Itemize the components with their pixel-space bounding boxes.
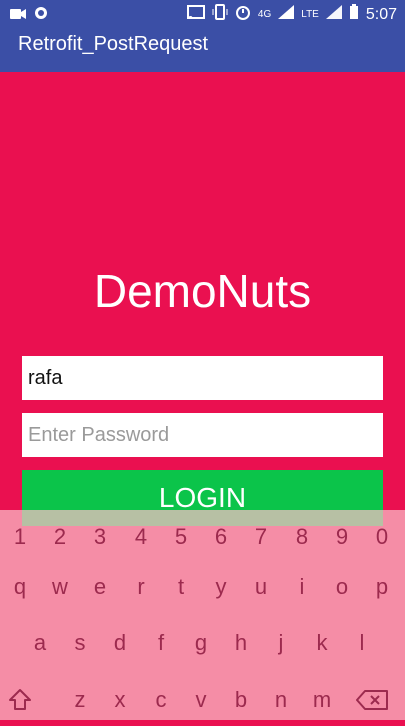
keyboard: 1 2 3 4 5 6 7 8 9 0 q w e r t y u i o p …	[0, 510, 405, 720]
lte-label: LTE	[301, 9, 319, 20]
key-z[interactable]: z	[60, 680, 100, 720]
password-input[interactable]	[22, 413, 383, 457]
key-s[interactable]: s	[60, 623, 100, 663]
clock: 5:07	[365, 5, 397, 23]
status-bar: 4G LTE 5:07	[0, 0, 405, 28]
key-w[interactable]: w	[40, 567, 80, 607]
record-icon	[34, 6, 48, 25]
key-a[interactable]: a	[20, 623, 60, 663]
brand-title: DemoNuts	[93, 265, 312, 317]
key-c[interactable]: c	[141, 680, 181, 720]
status-right: 4G LTE 5:07	[186, 4, 397, 25]
key-5[interactable]: 5	[161, 517, 201, 557]
cast-icon	[186, 5, 205, 24]
alarm-icon	[235, 4, 251, 25]
network-label: 4G	[257, 9, 272, 20]
key-y[interactable]: y	[201, 567, 241, 607]
key-x[interactable]: x	[100, 680, 140, 720]
vibrate-icon	[212, 4, 228, 25]
key-6[interactable]: 6	[201, 517, 241, 557]
key-4[interactable]: 4	[121, 517, 161, 557]
key-0[interactable]: 0	[362, 517, 402, 557]
app-title: Retrofit_PostRequest	[18, 33, 209, 55]
key-t[interactable]: t	[161, 567, 201, 607]
battery-icon	[349, 4, 359, 25]
key-d[interactable]: d	[100, 623, 140, 663]
shift-icon[interactable]	[0, 680, 40, 720]
key-h[interactable]: h	[221, 623, 261, 663]
app-bar: Retrofit_PostRequest	[0, 28, 405, 72]
key-3[interactable]: 3	[80, 517, 120, 557]
key-r[interactable]: r	[121, 567, 161, 607]
key-7[interactable]: 7	[241, 517, 281, 557]
key-p[interactable]: p	[362, 567, 402, 607]
key-l[interactable]: l	[342, 623, 382, 663]
backspace-icon[interactable]	[352, 680, 392, 720]
signal-icon	[278, 5, 295, 24]
key-2[interactable]: 2	[40, 517, 80, 557]
key-q[interactable]: q	[0, 567, 40, 607]
key-f[interactable]: f	[141, 623, 181, 663]
username-input[interactable]	[22, 356, 383, 400]
status-left	[10, 6, 48, 25]
key-j[interactable]: j	[261, 623, 301, 663]
keyboard-number-row: 1 2 3 4 5 6 7 8 9 0	[0, 517, 405, 557]
keyboard-row-3: z x c v b n m	[0, 680, 405, 720]
key-g[interactable]: g	[181, 623, 221, 663]
key-9[interactable]: 9	[322, 517, 362, 557]
wifi-icon	[325, 5, 342, 24]
key-8[interactable]: 8	[282, 517, 322, 557]
key-k[interactable]: k	[302, 623, 342, 663]
key-m[interactable]: m	[302, 680, 342, 720]
keyboard-row-1: q w e r t y u i o p	[0, 567, 405, 607]
key-i[interactable]: i	[282, 567, 322, 607]
key-e[interactable]: e	[80, 567, 120, 607]
video-icon	[10, 7, 26, 25]
key-n[interactable]: n	[261, 680, 301, 720]
key-1[interactable]: 1	[0, 517, 40, 557]
key-v[interactable]: v	[181, 680, 221, 720]
key-b[interactable]: b	[221, 680, 261, 720]
keyboard-row-2: a s d f g h j k l	[0, 623, 405, 663]
key-u[interactable]: u	[241, 567, 281, 607]
key-o[interactable]: o	[322, 567, 362, 607]
